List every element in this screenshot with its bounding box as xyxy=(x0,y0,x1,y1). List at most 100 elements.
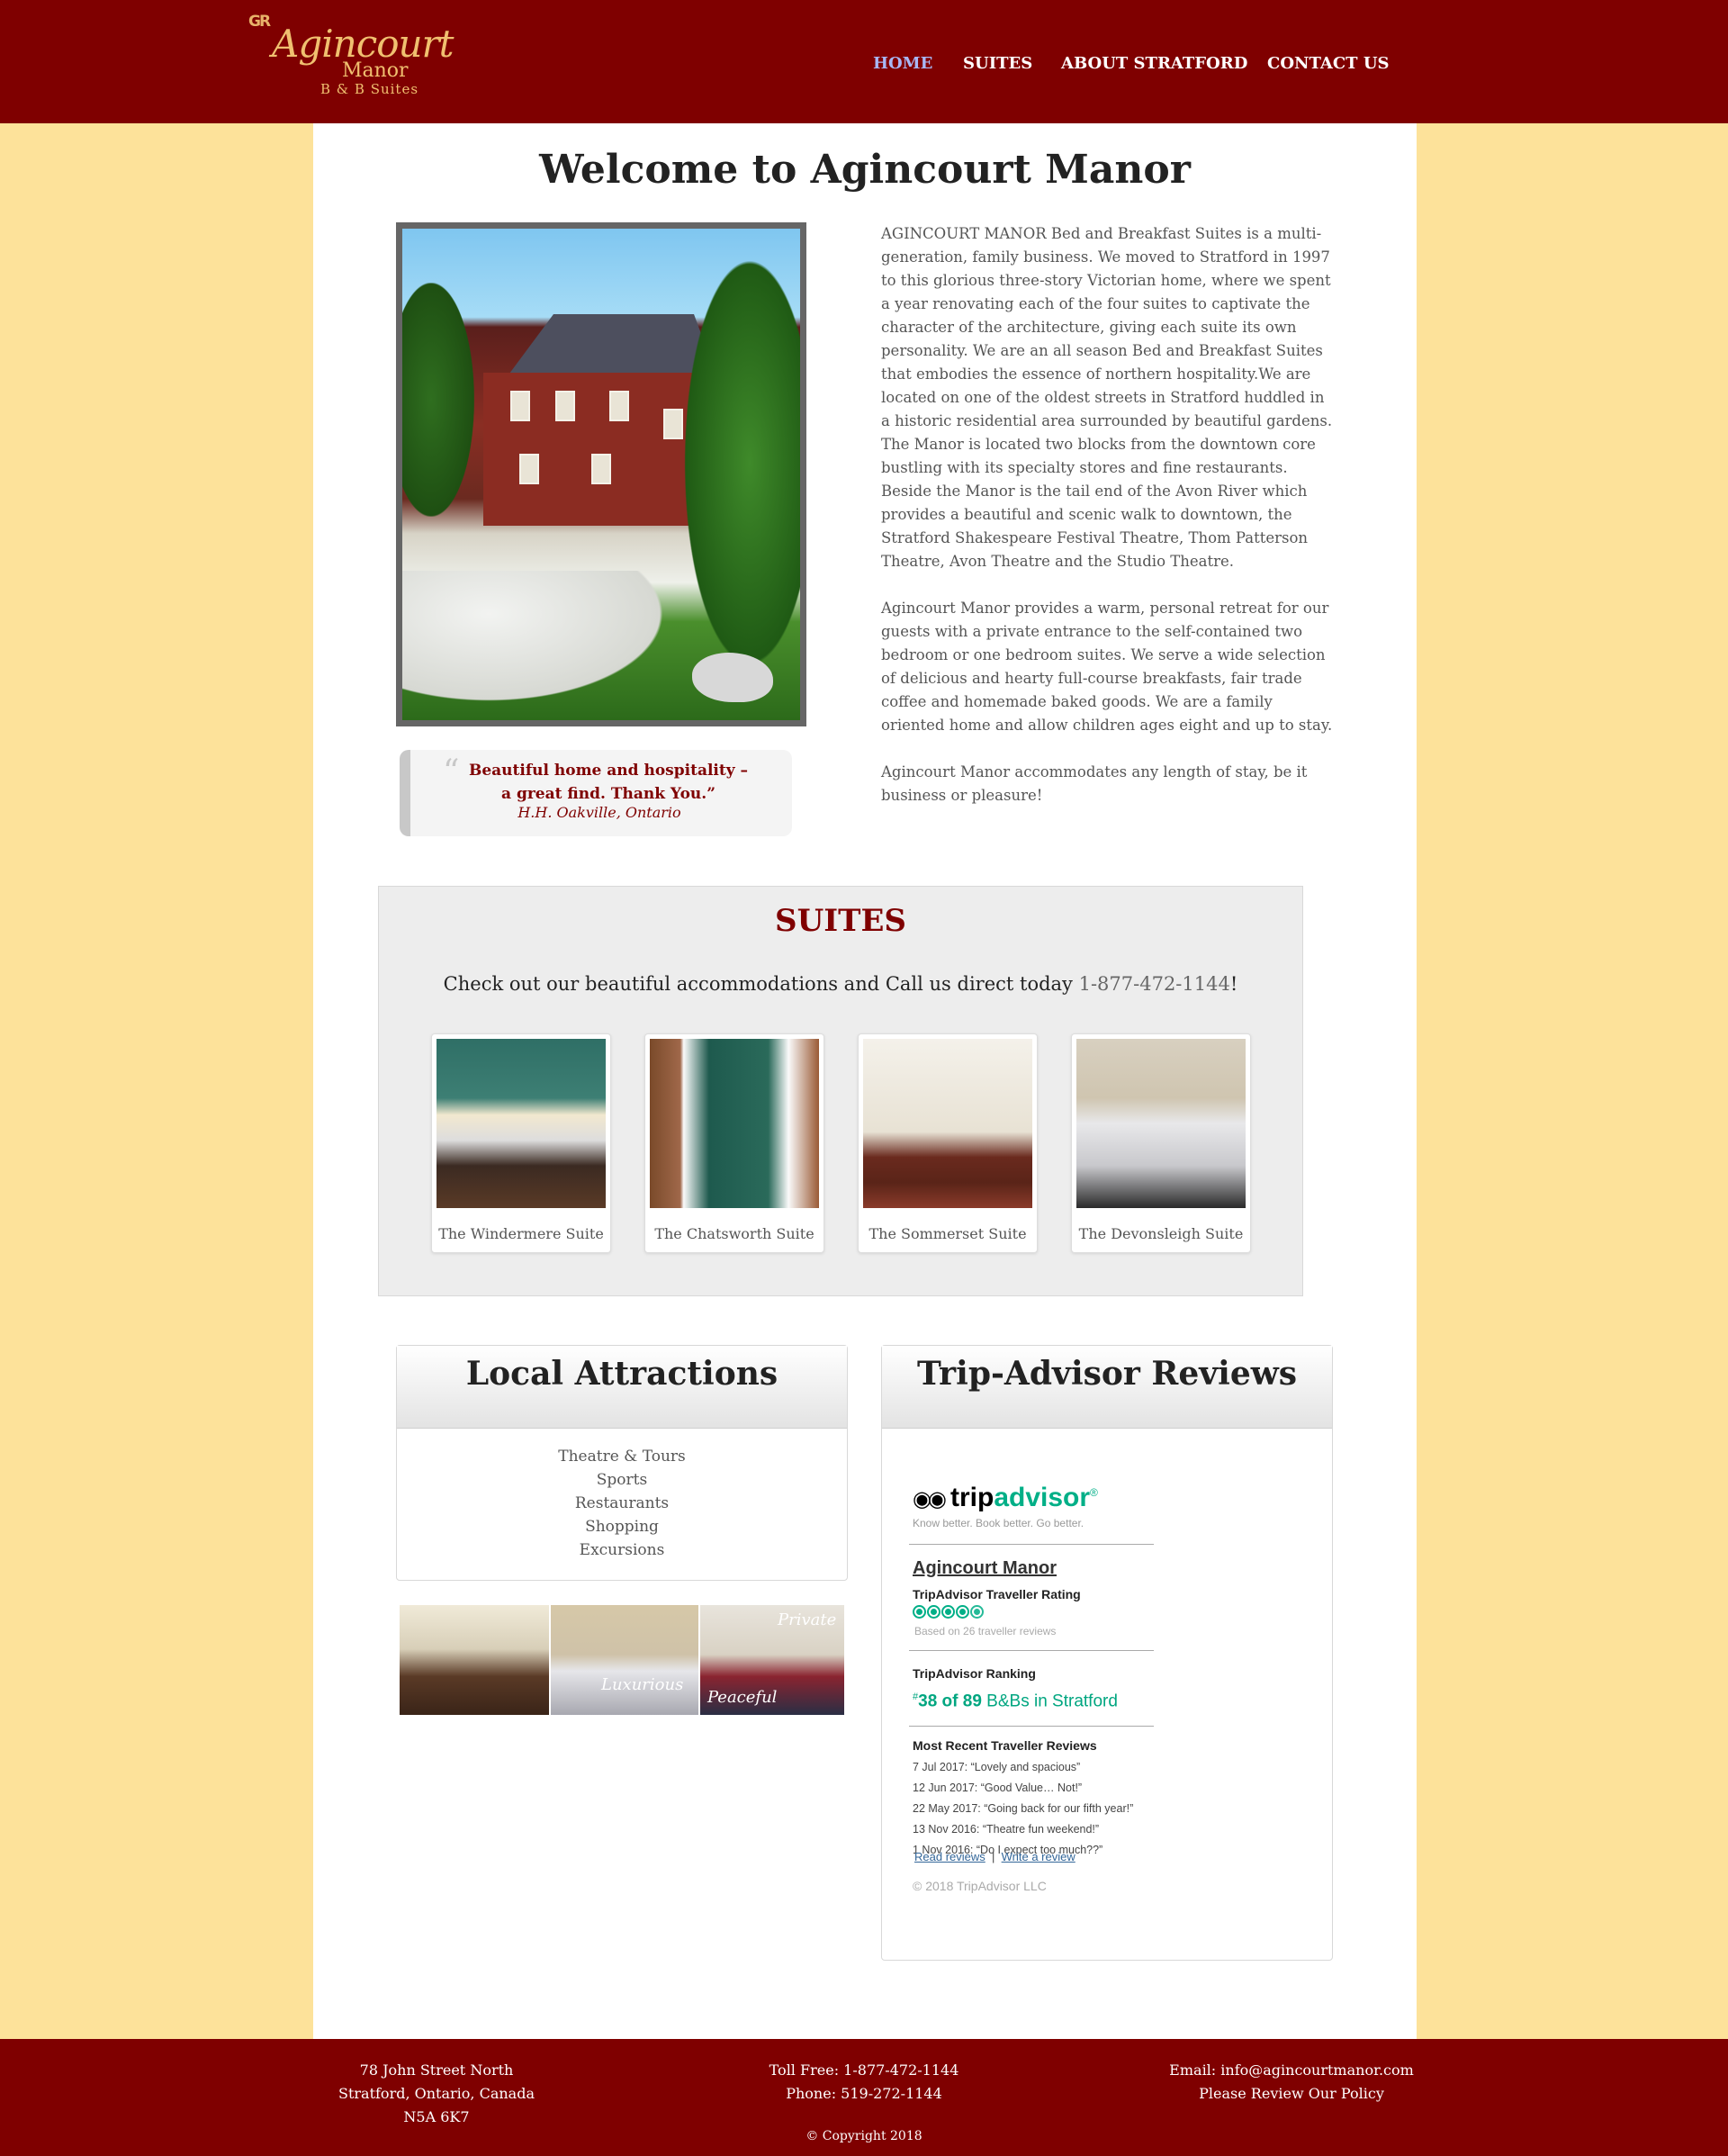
review-links: Read reviews | Write a review xyxy=(914,1850,1076,1863)
collage-peaceful: Private Peaceful xyxy=(700,1605,844,1715)
ranking-value: #38 of 89 B&Bs in Stratford xyxy=(913,1691,1118,1711)
half-bubble-icon xyxy=(970,1605,984,1619)
local-attractions-title: Local Attractions xyxy=(465,1355,778,1393)
testimonial-author: H.H. Oakville, Ontario xyxy=(518,804,681,821)
tripadvisor-tagline: Know better. Book better. Go better. xyxy=(913,1517,1084,1529)
tripadvisor-title: Trip-Advisor Reviews xyxy=(917,1355,1297,1393)
suite-name[interactable]: The Chatsworth Suite xyxy=(645,1225,824,1242)
divider xyxy=(909,1726,1154,1727)
link-separator: | xyxy=(992,1850,995,1863)
rating-label: TripAdvisor Traveller Rating xyxy=(913,1587,1081,1601)
manor-photo xyxy=(396,222,806,726)
bubble-icon xyxy=(927,1605,940,1619)
toll-free-phone[interactable]: Toll Free: 1-877-472-1144 xyxy=(729,2059,999,2082)
nav-home[interactable]: HOME xyxy=(873,54,932,73)
footer-address: 78 John Street North Stratford, Ontario,… xyxy=(306,2059,567,2129)
suite-photo[interactable] xyxy=(1076,1039,1246,1208)
logo-registered: ® xyxy=(1090,1486,1098,1499)
nav-suites[interactable]: SUITES xyxy=(963,54,1032,73)
logo-advisor: advisor xyxy=(994,1483,1091,1512)
review-item[interactable]: 22 May 2017: “Going back for our fifth y… xyxy=(913,1799,1133,1819)
address-line: Stratford, Ontario, Canada xyxy=(338,2085,535,2102)
address-line: 78 John Street North xyxy=(359,2061,514,2079)
suite-photo[interactable] xyxy=(436,1039,606,1208)
rank-suffix: B&Bs in Stratford xyxy=(986,1691,1118,1711)
suites-phone[interactable]: 1-877-472-1144 xyxy=(1079,973,1230,995)
intro-paragraph: AGINCOURT MANOR Bed and Breakfast Suites… xyxy=(881,225,1333,570)
suite-card-sommerset[interactable]: The Sommerset Suite xyxy=(858,1033,1038,1253)
panel-header: Local Attractions xyxy=(397,1346,847,1429)
suite-collage: Luxurious Private Peaceful xyxy=(400,1605,844,1715)
review-policy-link[interactable]: Please Review Our Policy xyxy=(1152,2082,1431,2106)
review-item[interactable]: 12 Jun 2017: “Good Value… Not!” xyxy=(913,1778,1133,1799)
rating-bubbles xyxy=(913,1605,985,1623)
write-review-link[interactable]: Write a review xyxy=(1002,1850,1076,1863)
local-attractions-panel: Local Attractions Theatre & Tours Sports… xyxy=(396,1345,848,1581)
nav-about-stratford[interactable]: ABOUT STRATFORD xyxy=(1061,54,1247,73)
site-header: GR Agincourt Manor B & B Suites HOME SUI… xyxy=(0,0,1728,123)
local-phone[interactable]: Phone: 519-272-1144 xyxy=(729,2082,999,2106)
divider xyxy=(909,1650,1154,1651)
attraction-restaurants[interactable]: Restaurants xyxy=(397,1492,847,1515)
suite-name[interactable]: The Devonsleigh Suite xyxy=(1072,1225,1250,1242)
logo-tagline: B & B Suites xyxy=(320,81,419,97)
testimonial-quote: Beautiful home and hospitality – a great… xyxy=(468,762,749,803)
bubble-icon xyxy=(941,1605,955,1619)
suite-card-devonsleigh[interactable]: The Devonsleigh Suite xyxy=(1071,1033,1251,1253)
suite-card-windermere[interactable]: The Windermere Suite xyxy=(431,1033,611,1253)
collage-word-private: Private xyxy=(778,1610,837,1629)
footer-phones: Toll Free: 1-877-472-1144 Phone: 519-272… xyxy=(729,2059,999,2106)
collage-word-luxurious: Luxurious xyxy=(601,1675,684,1694)
footer-copyright: © Copyright 2018 xyxy=(806,2129,922,2143)
suites-subtitle-text: Check out our beautiful accommodations a… xyxy=(443,973,1079,995)
collage-word-peaceful: Peaceful xyxy=(707,1688,778,1707)
logo-mark: GR xyxy=(248,13,271,31)
logo-trip: trip xyxy=(950,1483,994,1512)
suite-photo[interactable] xyxy=(863,1039,1032,1208)
collage-luxurious: Luxurious xyxy=(551,1605,698,1715)
tripadvisor-copyright: © 2018 TripAdvisor LLC xyxy=(913,1879,1047,1893)
suites-section: SUITES Check out our beautiful accommoda… xyxy=(378,886,1303,1296)
attraction-sports[interactable]: Sports xyxy=(397,1468,847,1492)
site-footer: 78 John Street North Stratford, Ontario,… xyxy=(0,2039,1728,2156)
attractions-list: Theatre & Tours Sports Restaurants Shopp… xyxy=(397,1445,847,1562)
tripadvisor-logo[interactable]: ◉◉ tripadvisor® xyxy=(913,1481,1147,1513)
bubble-icon xyxy=(956,1605,969,1619)
suite-name[interactable]: The Sommerset Suite xyxy=(859,1225,1037,1242)
recent-reviews-list: 7 Jul 2017: “Lovely and spacious” 12 Jun… xyxy=(913,1757,1133,1861)
tripadvisor-panel: Trip-Advisor Reviews ◉◉ tripadvisor® Kno… xyxy=(881,1345,1333,1961)
bubble-icon xyxy=(913,1605,926,1619)
suite-name[interactable]: The Windermere Suite xyxy=(432,1225,610,1242)
read-reviews-link[interactable]: Read reviews xyxy=(914,1850,986,1863)
review-item[interactable]: 7 Jul 2017: “Lovely and spacious” xyxy=(913,1757,1133,1778)
suites-subtitle-end: ! xyxy=(1229,973,1238,995)
nav-contact-us[interactable]: CONTACT US xyxy=(1267,54,1390,73)
footer-email[interactable]: Email: info@agincourtmanor.com xyxy=(1152,2059,1431,2082)
property-link[interactable]: Agincourt Manor xyxy=(913,1558,1057,1579)
suite-photo[interactable] xyxy=(650,1039,819,1208)
intro-paragraph: Agincourt Manor provides a warm, persona… xyxy=(881,600,1333,734)
attraction-excursions[interactable]: Excursions xyxy=(397,1538,847,1562)
suite-card-chatsworth[interactable]: The Chatsworth Suite xyxy=(644,1033,824,1253)
rank-number: 38 of 89 xyxy=(918,1691,982,1711)
attraction-shopping[interactable]: Shopping xyxy=(397,1515,847,1538)
rating-count: Based on 26 traveller reviews xyxy=(914,1625,1057,1637)
main-content: Welcome to Agincourt Manor “ Beautiful h… xyxy=(313,123,1417,2039)
quote-icon: “ xyxy=(443,753,460,790)
main-nav: HOME SUITES ABOUT STRATFORD CONTACT US xyxy=(0,54,1728,81)
suites-subtitle: Check out our beautiful accommodations a… xyxy=(379,973,1302,995)
ranking-label: TripAdvisor Ranking xyxy=(913,1666,1036,1681)
intro-text: AGINCOURT MANOR Bed and Breakfast Suites… xyxy=(881,222,1336,831)
collage-dining xyxy=(400,1605,549,1715)
page-title: Welcome to Agincourt Manor xyxy=(539,147,1191,193)
footer-contact: Email: info@agincourtmanor.com Please Re… xyxy=(1152,2059,1431,2106)
attraction-theatre[interactable]: Theatre & Tours xyxy=(397,1445,847,1468)
intro-paragraph: Agincourt Manor accommodates any length … xyxy=(881,763,1308,804)
address-line: N5A 6K7 xyxy=(403,2108,470,2125)
review-item[interactable]: 13 Nov 2016: “Theatre fun weekend!” xyxy=(913,1819,1133,1840)
suites-title: SUITES xyxy=(775,903,906,939)
owl-icon: ◉◉ xyxy=(913,1487,947,1511)
panel-header: Trip-Advisor Reviews xyxy=(882,1346,1332,1429)
divider xyxy=(909,1544,1154,1545)
testimonial: “ Beautiful home and hospitality – a gre… xyxy=(400,750,792,836)
